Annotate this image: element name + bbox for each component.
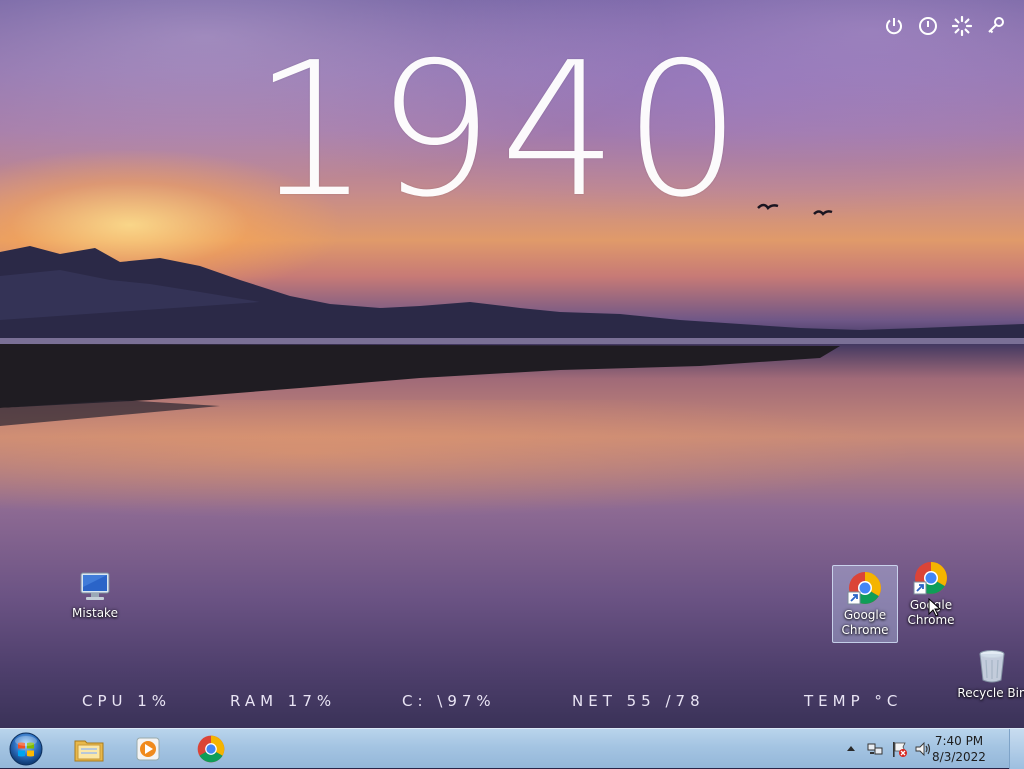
chrome-icon [913, 562, 947, 595]
key-icon[interactable] [986, 16, 1006, 36]
top-right-toolbar [884, 16, 1006, 36]
tray-time: 7:40 PM [934, 734, 984, 748]
tray-clock[interactable]: 7:40 PM 8/3/2022 [924, 733, 994, 765]
desktop-icon-google-chrome-selected[interactable]: Google Chrome [832, 565, 898, 643]
action-center-flag-icon[interactable] [890, 740, 908, 758]
stat-temp: TEMP °C [804, 692, 903, 710]
stat-disk: C: \97% [402, 692, 496, 710]
stat-ram: RAM 17% [230, 692, 337, 710]
system-stats-bar: CPU 1% RAM 17% C: \97% NET 55 /78 TEMP °… [0, 692, 1024, 712]
chrome-icon [847, 572, 881, 605]
show-hidden-icons-arrow-icon[interactable] [846, 744, 856, 752]
taskbar-media-player-button[interactable] [122, 731, 176, 767]
windows-explorer-icon [74, 740, 104, 762]
info-icon[interactable] [918, 16, 938, 36]
desktop-icon-label-line2: Chrome [841, 623, 889, 637]
power-icon[interactable] [884, 16, 904, 36]
network-icon[interactable] [866, 740, 884, 758]
start-button[interactable] [6, 731, 46, 767]
computer-icon [80, 572, 110, 600]
show-desktop-button[interactable] [1009, 729, 1024, 769]
desktop-icon-label-line1: Google [843, 608, 887, 622]
taskbar-explorer-button[interactable] [62, 731, 116, 767]
mountain-silhouette [0, 246, 1024, 426]
mouse-cursor-icon [928, 598, 942, 617]
media-player-icon [136, 737, 160, 761]
birds [757, 203, 833, 216]
stat-net: NET 55 /78 [572, 692, 705, 710]
chrome-icon [197, 735, 225, 763]
tray-date: 8/3/2022 [932, 750, 986, 764]
recycle-bin-icon [979, 650, 1005, 683]
stat-cpu: CPU 1% [82, 692, 172, 710]
desktop-clock: 1940 [252, 22, 748, 238]
desktop-icon-google-chrome[interactable]: Google Chrome [898, 556, 964, 632]
taskbar: 7:40 PM 8/3/2022 [0, 728, 1024, 769]
desktop-icon-mistake[interactable]: Mistake [62, 566, 128, 625]
settings-icon[interactable] [952, 16, 972, 36]
taskbar-chrome-button[interactable] [184, 731, 238, 767]
desktop-icon-label: Mistake [72, 606, 118, 620]
